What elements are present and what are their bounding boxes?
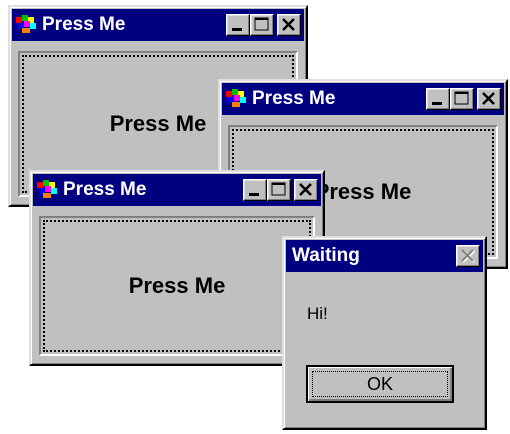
minimize-button[interactable] (226, 14, 250, 36)
window-title: Press Me (42, 14, 126, 35)
press-me-label: Press Me (128, 273, 226, 298)
dialog-message: Hi! (307, 304, 328, 323)
close-icon (299, 183, 312, 196)
maximize-button[interactable] (250, 14, 274, 36)
close-button[interactable] (294, 179, 318, 201)
minimize-icon (249, 193, 259, 196)
close-button[interactable] (277, 14, 301, 36)
minimize-icon (232, 28, 242, 31)
app-icon[interactable] (16, 15, 38, 35)
ok-button[interactable]: OK (306, 365, 454, 403)
close-icon (482, 92, 495, 105)
minimize-button[interactable] (426, 88, 450, 110)
window-press-me-3[interactable]: Press Me Press Me (29, 170, 325, 366)
minimize-button[interactable] (243, 179, 267, 201)
dialog-close-button[interactable] (456, 245, 480, 267)
dialog-title-bar[interactable]: Waiting (286, 240, 483, 272)
waiting-dialog[interactable]: Waiting Hi! OK (282, 236, 487, 430)
title-bar[interactable]: Press Me (33, 174, 321, 206)
press-me-label: Press Me (314, 179, 412, 204)
maximize-icon (454, 91, 469, 105)
close-icon (282, 18, 295, 31)
maximize-button[interactable] (267, 179, 291, 201)
app-icon[interactable] (226, 89, 248, 109)
ok-button-label: OK (312, 371, 448, 397)
minimize-icon (432, 102, 442, 105)
title-bar[interactable]: Press Me (12, 9, 304, 41)
title-bar[interactable]: Press Me (222, 83, 504, 115)
press-me-button[interactable]: Press Me (43, 220, 311, 352)
close-button[interactable] (477, 88, 501, 110)
close-icon (461, 249, 475, 263)
window-title: Press Me (63, 179, 147, 200)
maximize-icon (254, 17, 269, 31)
app-icon[interactable] (37, 180, 59, 200)
dialog-title: Waiting (292, 245, 360, 266)
maximize-icon (271, 182, 286, 196)
window-title: Press Me (252, 88, 336, 109)
client-area: Press Me (39, 216, 315, 356)
maximize-button[interactable] (450, 88, 474, 110)
press-me-label: Press Me (109, 111, 207, 136)
